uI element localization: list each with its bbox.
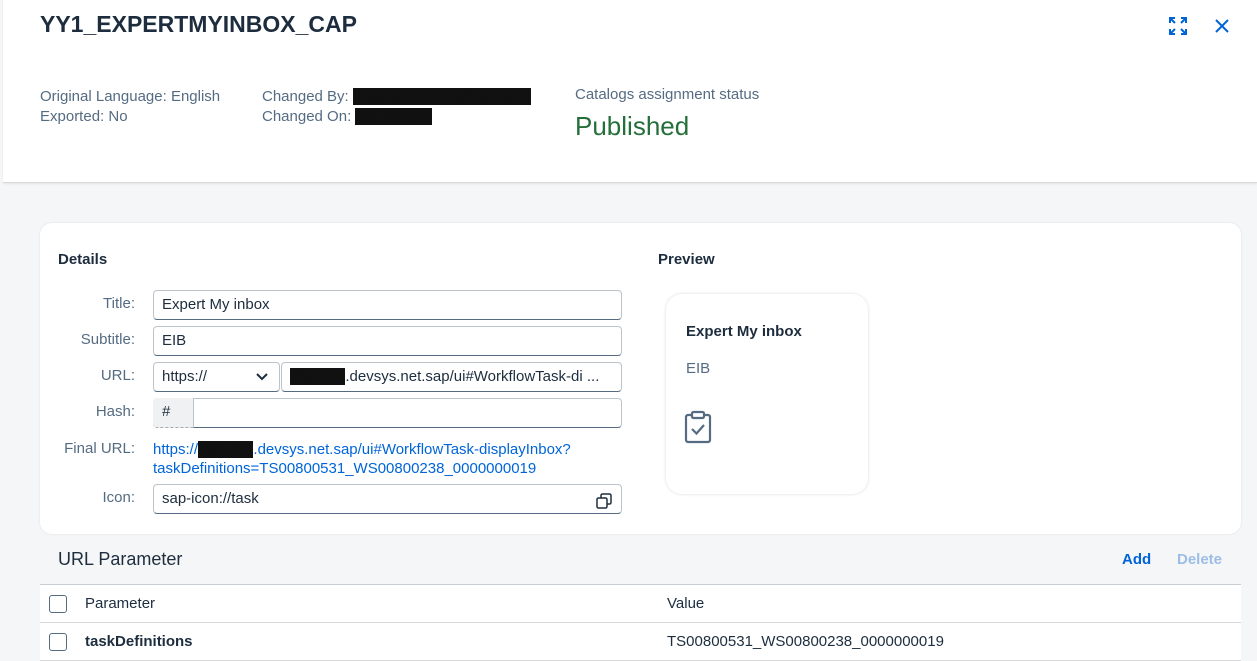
url-host-redacted: x6c-715 [290,368,346,385]
final-url-prefix: https:// [153,441,199,458]
url-host-input[interactable]: x6c-715.devsys.net.sap/ui#WorkflowTask-d… [281,362,622,392]
url-protocol-select[interactable]: https:// [153,362,280,392]
parameter-cell: taskDefinitions [85,633,193,650]
url-host-rest: .devsys.net.sap/ui#WorkflowTask-di ... [345,368,600,385]
url-parameter-title: URL Parameter [58,549,183,569]
select-all-checkbox[interactable] [49,595,67,613]
subtitle-label: Subtitle: [80,331,135,348]
final-url-label: Final URL: [64,440,135,457]
final-url-link[interactable]: https://x6c-715.devsys.net.sap/ui#Workfl… [153,440,571,478]
original-language-label: Original Language: [40,88,167,105]
icon-input-value: sap-icon://task [162,490,259,507]
url-protocol-value: https:// [162,368,208,385]
changed-on-value: 09/12/2024 [355,108,433,125]
table-row[interactable]: taskDefinitions TS00800531_WS00800238_00… [40,623,1241,661]
title-input[interactable]: Expert My inbox [153,290,622,320]
url-label: URL: [100,367,135,384]
tile-title: Expert My inbox [686,323,802,340]
close-button[interactable] [1210,14,1234,38]
add-button[interactable]: Add [1122,551,1151,568]
fullscreen-icon [1168,16,1188,36]
changed-by-label: Changed By: [262,88,349,105]
final-url-redacted: x6c-715 [198,441,254,458]
value-help-icon[interactable] [596,491,612,513]
preview-tile[interactable]: Expert My inbox EIB [666,294,868,494]
close-icon [1214,18,1230,34]
hash-input[interactable] [193,398,622,428]
catalogs-status-label: Catalogs assignment status [575,86,760,103]
language-info: Original Language: English Exported: No [40,87,220,127]
icon-label: Icon: [102,489,135,506]
delete-button[interactable]: Delete [1177,551,1222,568]
exported-label: Exported: [40,108,105,125]
catalogs-status-value: Published [575,111,690,141]
hash-prefix: # [153,398,193,428]
column-header-parameter: Parameter [85,595,156,612]
final-url-line2: taskDefinitions=TS00800531_WS00800238_00… [153,460,537,477]
object-header: YY1_EXPERTMYINBOX_CAP Original Language:… [3,0,1257,183]
value-cell: TS00800531_WS00800238_0000000019 [667,633,944,650]
column-header-value: Value [667,595,705,612]
preview-title: Preview [658,251,715,268]
icon-input[interactable]: sap-icon://task [153,484,622,514]
fullscreen-button[interactable] [1166,14,1190,38]
page-title: YY1_EXPERTMYINBOX_CAP [40,11,357,37]
original-language-value: English [170,88,221,105]
chevron-down-icon [255,363,269,391]
url-parameter-table: Parameter Value taskDefinitions TS008005… [40,584,1241,661]
subtitle-input[interactable]: EIB [153,326,622,356]
task-icon [684,410,712,449]
row-checkbox[interactable] [49,633,67,651]
changed-by-value: Example ExtensibilitySpec [352,88,531,105]
details-title: Details [58,251,108,268]
hash-label: Hash: [95,403,135,420]
changed-on-label: Changed On: [262,108,352,125]
title-label: Title: [103,295,135,312]
table-header-row: Parameter Value [40,585,1241,623]
change-info: Changed By: Example ExtensibilitySpec Ch… [262,87,531,127]
exported-value: No [108,108,128,125]
final-url-line1: .devsys.net.sap/ui#WorkflowTask-displayI… [253,441,571,458]
tile-subtitle: EIB [686,360,711,377]
